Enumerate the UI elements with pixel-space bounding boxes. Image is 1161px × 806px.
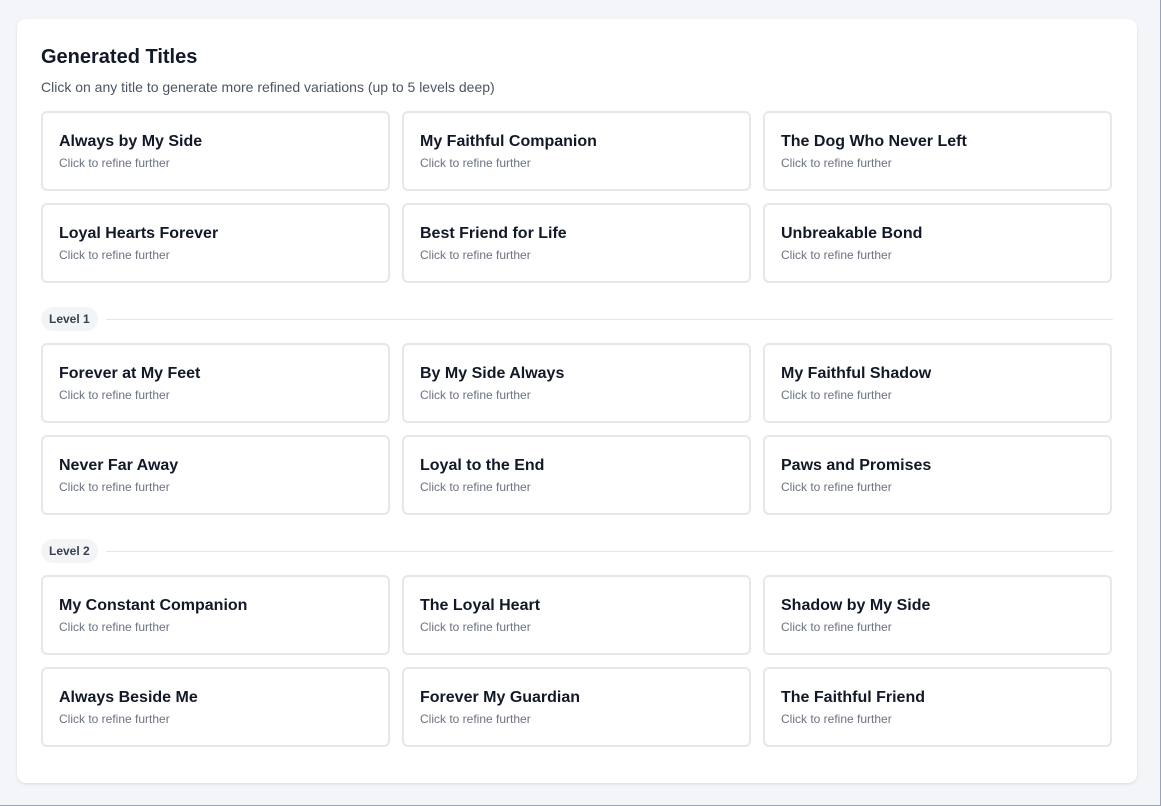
title-card[interactable]: Forever My Guardian Click to refine furt… xyxy=(402,667,751,747)
refine-hint: Click to refine further xyxy=(781,712,892,726)
title-card-label: Loyal Hearts Forever xyxy=(59,225,219,242)
refine-hint: Click to refine further xyxy=(59,712,170,726)
refine-hint: Click to refine further xyxy=(59,620,170,634)
refine-hint: Click to refine further xyxy=(781,248,892,262)
title-card-label: My Faithful Shadow xyxy=(781,365,932,382)
title-card[interactable]: Best Friend for Life Click to refine fur… xyxy=(402,203,751,283)
title-card-label: Never Far Away xyxy=(59,457,179,474)
title-card[interactable]: My Constant Companion Click to refine fu… xyxy=(41,575,390,655)
title-grid-level-2: My Constant Companion Click to refine fu… xyxy=(41,575,1113,747)
title-grid-level-1: Forever at My Feet Click to refine furth… xyxy=(41,343,1113,515)
title-card[interactable]: Loyal Hearts Forever Click to refine fur… xyxy=(41,203,390,283)
title-card-label: The Loyal Heart xyxy=(420,597,541,614)
title-card-label: Forever at My Feet xyxy=(59,365,201,382)
refine-hint: Click to refine further xyxy=(781,156,892,170)
title-card-label: Always by My Side xyxy=(59,133,203,150)
title-card[interactable]: Always by My Side Click to refine furthe… xyxy=(41,111,390,191)
page-title: Generated Titles xyxy=(41,46,198,68)
refine-hint: Click to refine further xyxy=(420,620,531,634)
title-card[interactable]: Paws and Promises Click to refine furthe… xyxy=(763,435,1112,515)
title-card[interactable]: Unbreakable Bond Click to refine further xyxy=(763,203,1112,283)
title-card[interactable]: By My Side Always Click to refine furthe… xyxy=(402,343,751,423)
title-card-label: Unbreakable Bond xyxy=(781,225,923,242)
refine-hint: Click to refine further xyxy=(59,388,170,402)
level-badge: Level 2 xyxy=(41,539,98,563)
refine-hint: Click to refine further xyxy=(781,480,892,494)
title-card[interactable]: The Loyal Heart Click to refine further xyxy=(402,575,751,655)
level-badge: Level 1 xyxy=(41,307,98,331)
title-card-label: The Faithful Friend xyxy=(781,689,925,706)
level-2-divider: Level 2 xyxy=(41,539,1113,563)
generated-titles-panel: Generated Titles Click on any title to g… xyxy=(17,19,1137,783)
divider-line xyxy=(105,318,1113,320)
refine-hint: Click to refine further xyxy=(420,712,531,726)
title-card-label: Forever My Guardian xyxy=(420,689,581,706)
refine-hint: Click to refine further xyxy=(59,248,170,262)
title-card-label: Paws and Promises xyxy=(781,457,932,474)
refine-hint: Click to refine further xyxy=(420,388,531,402)
title-card[interactable]: Never Far Away Click to refine further xyxy=(41,435,390,515)
refine-hint: Click to refine further xyxy=(420,248,531,262)
title-card[interactable]: The Faithful Friend Click to refine furt… xyxy=(763,667,1112,747)
title-card[interactable]: Forever at My Feet Click to refine furth… xyxy=(41,343,390,423)
title-card-label: Loyal to the End xyxy=(420,457,545,474)
title-card-label: My Faithful Companion xyxy=(420,133,597,150)
refine-hint: Click to refine further xyxy=(781,388,892,402)
title-card-label: Best Friend for Life xyxy=(420,225,567,242)
title-card[interactable]: Loyal to the End Click to refine further xyxy=(402,435,751,515)
refine-hint: Click to refine further xyxy=(420,156,531,170)
refine-hint: Click to refine further xyxy=(59,156,170,170)
title-card[interactable]: Shadow by My Side Click to refine furthe… xyxy=(763,575,1112,655)
instructions-text: Click on any title to generate more refi… xyxy=(41,79,495,95)
title-card[interactable]: Always Beside Me Click to refine further xyxy=(41,667,390,747)
level-1-divider: Level 1 xyxy=(41,307,1113,331)
title-card-label: The Dog Who Never Left xyxy=(781,133,967,150)
title-card-label: By My Side Always xyxy=(420,365,565,382)
title-card-label: My Constant Companion xyxy=(59,597,248,614)
title-card[interactable]: My Faithful Shadow Click to refine furth… xyxy=(763,343,1112,423)
title-card[interactable]: My Faithful Companion Click to refine fu… xyxy=(402,111,751,191)
title-grid-initial: Always by My Side Click to refine furthe… xyxy=(41,111,1113,283)
title-card-label: Shadow by My Side xyxy=(781,597,931,614)
refine-hint: Click to refine further xyxy=(59,480,170,494)
title-card[interactable]: The Dog Who Never Left Click to refine f… xyxy=(763,111,1112,191)
divider-line xyxy=(105,550,1113,552)
refine-hint: Click to refine further xyxy=(420,480,531,494)
title-card-label: Always Beside Me xyxy=(59,689,198,706)
refine-hint: Click to refine further xyxy=(781,620,892,634)
